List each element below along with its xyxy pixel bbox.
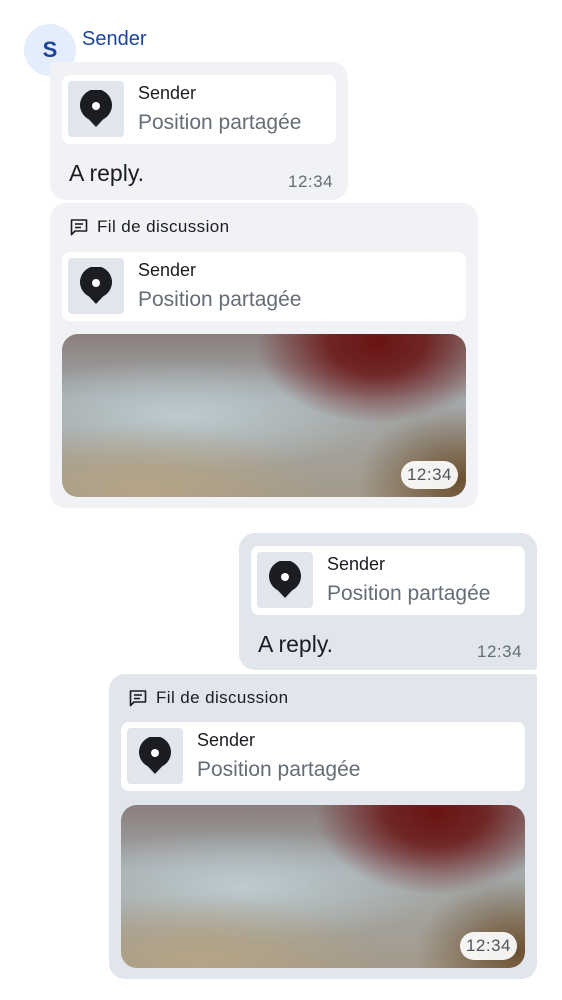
- message-bubble[interactable]: Fil de discussion Sender Position partag…: [50, 203, 478, 508]
- thread-label: Fil de discussion: [156, 688, 289, 707]
- location-pin-icon: [80, 267, 112, 304]
- reply-subtitle: Position partagée: [327, 582, 491, 605]
- location-pin-icon: [80, 90, 112, 127]
- timeline: S Sender Sender Position partagée A repl…: [0, 0, 562, 1000]
- reply-quote[interactable]: Sender Position partagée: [62, 75, 336, 144]
- reply-quote[interactable]: Sender Position partagée: [251, 546, 525, 615]
- message-text: A reply.: [69, 160, 144, 186]
- sender-name[interactable]: Sender: [82, 28, 147, 51]
- thread-label: Fil de discussion: [97, 217, 230, 236]
- image-timestamp: 12:34: [459, 932, 517, 960]
- location-thumbnail: [127, 728, 183, 784]
- location-pin-icon: [139, 737, 171, 774]
- reply-subtitle: Position partagée: [138, 288, 302, 311]
- message-image[interactable]: 12:34: [121, 805, 525, 968]
- location-pin-icon: [269, 561, 301, 598]
- reply-quote[interactable]: Sender Position partagée: [121, 722, 525, 791]
- reply-quote[interactable]: Sender Position partagée: [62, 252, 466, 321]
- location-thumbnail: [68, 81, 124, 137]
- location-thumbnail: [68, 258, 124, 314]
- reply-sender-name: Sender: [197, 730, 256, 750]
- message-bubble[interactable]: Sender Position partagée A reply. 12:34: [239, 533, 537, 670]
- message-image[interactable]: 12:34: [62, 334, 466, 497]
- avatar-letter: S: [42, 37, 58, 62]
- reply-subtitle: Position partagée: [138, 111, 302, 134]
- reply-subtitle: Position partagée: [197, 758, 361, 781]
- image-timestamp: 12:34: [400, 461, 458, 489]
- reply-sender-name: Sender: [138, 83, 197, 103]
- thread-summary[interactable]: Fil de discussion: [69, 217, 229, 237]
- message-timestamp: 12:34: [477, 642, 523, 661]
- thread-summary[interactable]: Fil de discussion: [128, 688, 288, 708]
- reply-sender-name: Sender: [138, 260, 197, 280]
- message-bubble[interactable]: Sender Position partagée A reply. 12:34: [50, 62, 348, 200]
- message-timestamp: 12:34: [288, 172, 334, 191]
- message-bubble[interactable]: Fil de discussion Sender Position partag…: [109, 674, 537, 979]
- location-thumbnail: [257, 552, 313, 608]
- reply-sender-name: Sender: [327, 554, 386, 574]
- thread-icon: [70, 219, 88, 236]
- message-text: A reply.: [258, 631, 333, 657]
- thread-icon: [129, 690, 147, 707]
